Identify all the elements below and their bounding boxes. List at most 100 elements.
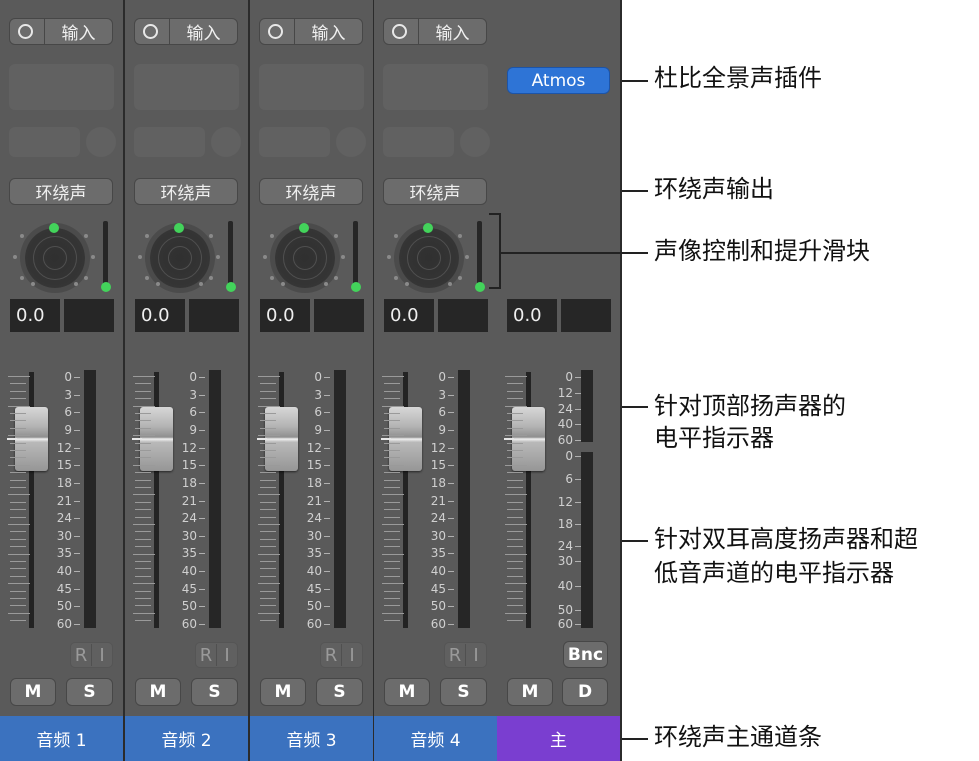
fader-scale-label: 3 — [304, 389, 322, 401]
speaker-dot — [145, 234, 149, 238]
read-input-button[interactable]: RI — [320, 642, 363, 668]
volume-fader-cap[interactable] — [265, 407, 298, 471]
master-mute-button[interactable]: M — [507, 678, 553, 706]
binaural-meter-scale-label: 18 — [555, 518, 573, 530]
lift-slider-handle[interactable] — [226, 282, 236, 292]
send-slot[interactable] — [134, 127, 205, 157]
input-button[interactable]: 输入 — [9, 18, 113, 45]
pan-position-dot[interactable] — [423, 223, 433, 233]
lift-slider[interactable] — [228, 221, 233, 289]
plugin-slot[interactable] — [383, 64, 488, 110]
fader-scale-mark — [135, 531, 151, 532]
fader-scale-mark — [507, 480, 523, 481]
master-fader-cap[interactable] — [512, 407, 545, 471]
mute-button[interactable]: M — [384, 678, 430, 706]
fader-scale-tick — [74, 412, 80, 413]
surround-output-button[interactable]: 环绕声 — [134, 178, 238, 205]
input-monitor-label: I — [342, 645, 362, 666]
atmos-plugin-button[interactable]: Atmos — [507, 67, 610, 94]
plugin-slot[interactable] — [9, 64, 114, 110]
fader-scale-mark — [507, 391, 523, 392]
read-input-button[interactable]: RI — [195, 642, 238, 668]
fader-scale-mark — [258, 494, 280, 495]
fader-scale-mark — [135, 391, 151, 392]
speaker-dot — [405, 282, 409, 286]
send-slot[interactable] — [9, 127, 80, 157]
fader-scale-mark — [135, 517, 151, 518]
plugin-slot[interactable] — [259, 64, 364, 110]
fader-scale-mark — [8, 613, 30, 614]
speaker-dot — [387, 255, 391, 259]
input-button[interactable]: 输入 — [383, 18, 487, 45]
fader-scale-label: 40 — [179, 565, 197, 577]
binaural-meter-scale-label: 24 — [555, 540, 573, 552]
lift-slider[interactable] — [477, 221, 482, 289]
fader-scale-mark — [384, 443, 400, 444]
fader-scale-tick — [199, 518, 205, 519]
lift-slider[interactable] — [103, 221, 108, 289]
speaker-dot — [145, 276, 149, 280]
top-speaker-meter — [581, 370, 593, 442]
lift-slider[interactable] — [353, 221, 358, 289]
pan-position-dot[interactable] — [299, 223, 309, 233]
surround-output-button[interactable]: 环绕声 — [9, 178, 113, 205]
fader-scale-mark — [384, 568, 400, 569]
solo-button[interactable]: S — [191, 678, 238, 706]
fader-scale-label: 9 — [428, 424, 446, 436]
master-dim-button[interactable]: D — [562, 678, 608, 706]
surround-output-button[interactable]: 环绕声 — [383, 178, 487, 205]
solo-button[interactable]: S — [66, 678, 113, 706]
mixer-panel: 输入 环绕声 0.0 RI M S 音频 1 0369121518212 — [0, 0, 622, 761]
surround-output-button[interactable]: 环绕声 — [259, 178, 363, 205]
fader-scale-mark — [507, 539, 523, 540]
fader-scale-mark — [505, 376, 527, 377]
send-knob[interactable] — [336, 127, 366, 157]
track-name: 音频 3 — [250, 716, 373, 761]
fader-scale-tick — [199, 395, 205, 396]
volume-fader-cap[interactable] — [140, 407, 173, 471]
fader-scale-mark — [133, 524, 155, 525]
send-slot[interactable] — [383, 127, 454, 157]
solo-button[interactable]: S — [316, 678, 363, 706]
surround-panner[interactable] — [150, 228, 210, 288]
send-knob[interactable] — [86, 127, 116, 157]
fader-scale-label: 12 — [54, 442, 72, 454]
volume-fader-cap[interactable] — [389, 407, 422, 471]
surround-panner[interactable] — [275, 228, 335, 288]
top-meter-scale-label: 24 — [555, 403, 573, 415]
surround-panner[interactable] — [399, 228, 459, 288]
fader-scale-mark — [258, 524, 280, 525]
mute-button[interactable]: M — [10, 678, 56, 706]
lift-slider-handle[interactable] — [351, 282, 361, 292]
input-button[interactable]: 输入 — [259, 18, 363, 45]
peak-display — [64, 299, 114, 332]
fader-scale-mark — [10, 576, 26, 577]
fader-scale-mark — [10, 620, 26, 621]
leader-binaural-meter — [622, 540, 648, 542]
plugin-slot[interactable] — [134, 64, 239, 110]
fader-scale-mark — [135, 539, 151, 540]
mute-button[interactable]: M — [135, 678, 181, 706]
lift-slider-handle[interactable] — [101, 282, 111, 292]
fader-scale-mark — [384, 450, 400, 451]
pan-position-dot[interactable] — [174, 223, 184, 233]
volume-fader-cap[interactable] — [15, 407, 48, 471]
fader-scale-mark — [260, 568, 276, 569]
bounce-button[interactable]: Bnc — [563, 641, 608, 668]
fader-scale-mark — [260, 383, 276, 384]
read-input-button[interactable]: RI — [444, 642, 487, 668]
input-button[interactable]: 输入 — [134, 18, 238, 45]
send-knob[interactable] — [460, 127, 490, 157]
surround-panner[interactable] — [25, 228, 85, 288]
read-input-button[interactable]: RI — [70, 642, 113, 668]
mute-button[interactable]: M — [260, 678, 306, 706]
send-slot[interactable] — [259, 127, 330, 157]
send-knob[interactable] — [211, 127, 241, 157]
fader-scale-tick — [74, 624, 80, 625]
pan-position-dot[interactable] — [49, 223, 59, 233]
fader-scale-mark — [382, 435, 404, 436]
fader-scale-tick — [448, 430, 454, 431]
lift-slider-handle[interactable] — [475, 282, 485, 292]
callout-top-meter-2: 电平指示器 — [654, 422, 774, 454]
solo-button[interactable]: S — [440, 678, 487, 706]
